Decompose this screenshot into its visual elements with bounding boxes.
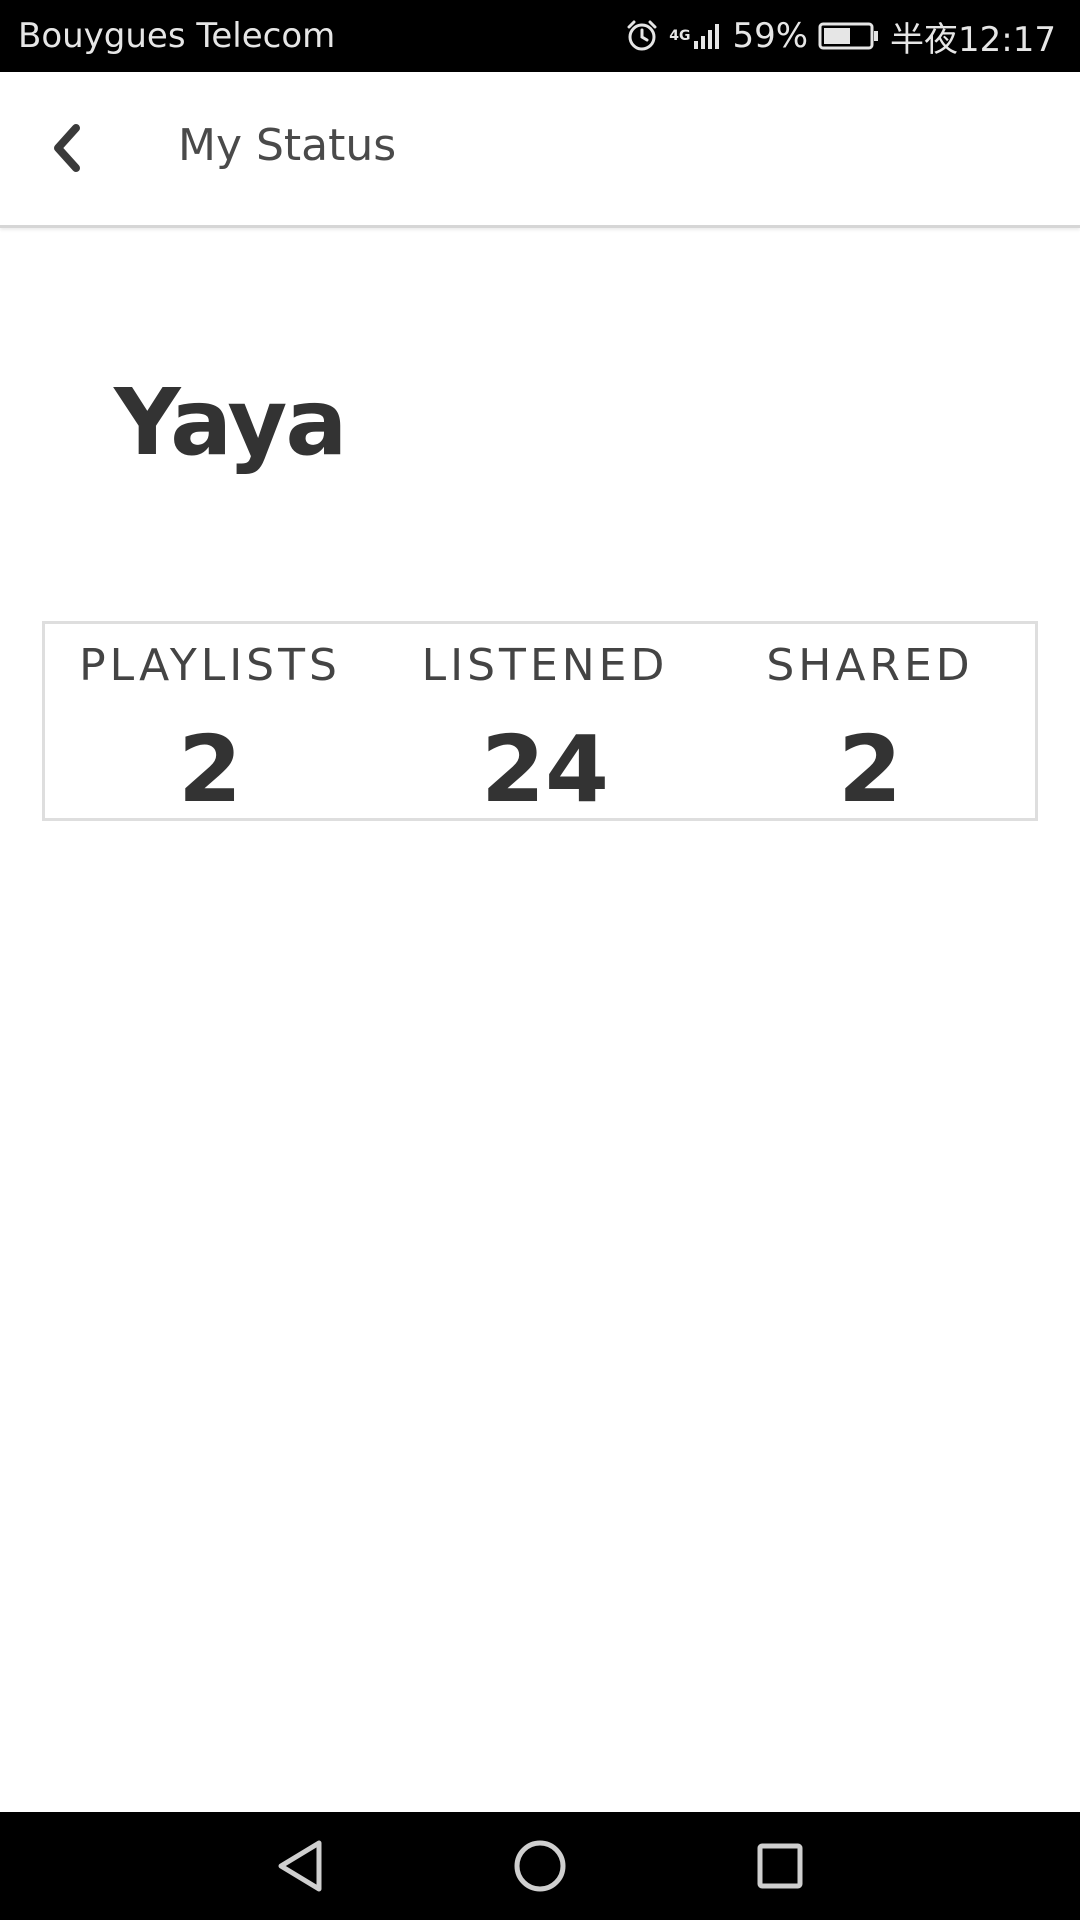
user-name: Yaya bbox=[114, 369, 347, 476]
stat-listened: LISTENED 24 bbox=[380, 624, 710, 823]
stat-label: SHARED bbox=[766, 640, 974, 691]
app-bar: My Status bbox=[0, 72, 1080, 228]
status-bar: Bouygues Telecom 4G 59% 半夜12:17 bbox=[0, 0, 1080, 72]
stat-value: 2 bbox=[837, 716, 902, 823]
stat-value: 2 bbox=[177, 716, 242, 823]
alarm-clock-icon bbox=[625, 19, 659, 53]
stat-value: 24 bbox=[480, 716, 610, 823]
battery-icon bbox=[818, 21, 880, 51]
stat-playlists: PLAYLISTS 2 bbox=[45, 624, 375, 823]
back-button[interactable] bbox=[30, 112, 102, 184]
signal-strength-icon: 4G bbox=[669, 21, 722, 51]
chevron-left-icon bbox=[46, 122, 86, 174]
stats-card: PLAYLISTS 2 LISTENED 24 SHARED 2 bbox=[42, 621, 1038, 821]
page-title: My Status bbox=[178, 120, 397, 171]
network-type-label: 4G bbox=[669, 28, 691, 44]
battery-percent: 59% bbox=[732, 16, 809, 56]
nav-back-button[interactable] bbox=[264, 1830, 336, 1902]
circle-home-icon bbox=[512, 1838, 568, 1894]
stat-label: PLAYLISTS bbox=[79, 640, 341, 691]
square-recents-icon bbox=[756, 1842, 804, 1890]
clock-time: 半夜12:17 bbox=[890, 19, 1056, 60]
stat-label: LISTENED bbox=[421, 640, 669, 691]
nav-recents-button[interactable] bbox=[744, 1830, 816, 1902]
nav-home-button[interactable] bbox=[504, 1830, 576, 1902]
triangle-back-icon bbox=[275, 1839, 325, 1893]
system-nav-bar bbox=[0, 1812, 1080, 1920]
stat-shared: SHARED 2 bbox=[705, 624, 1035, 823]
carrier-name: Bouygues Telecom bbox=[18, 16, 336, 56]
